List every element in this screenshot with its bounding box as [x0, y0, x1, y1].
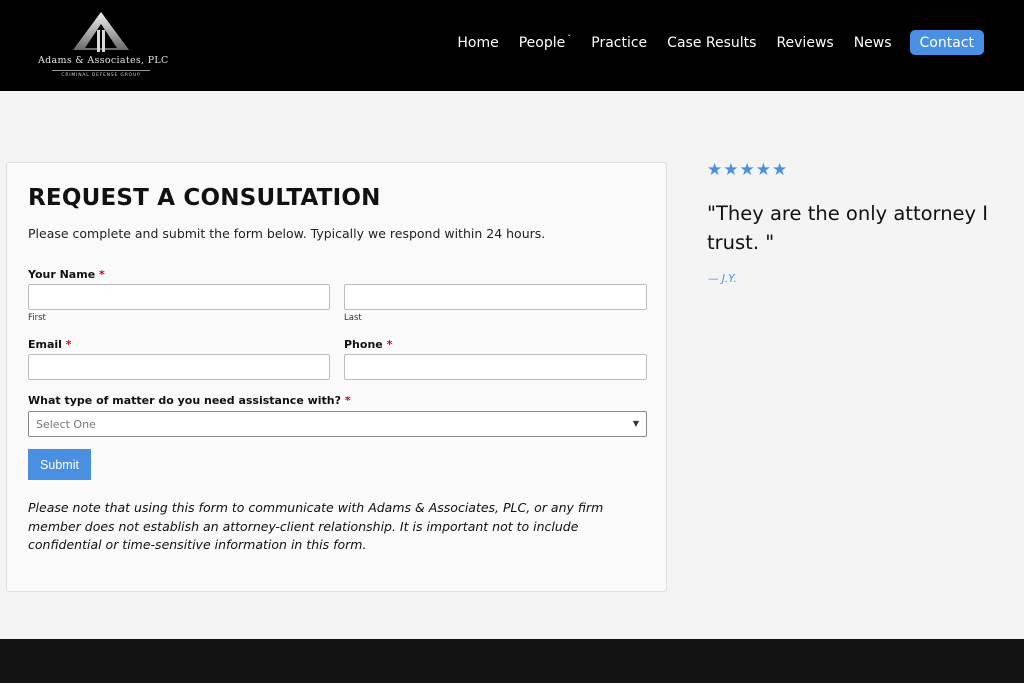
- matter-select[interactable]: Select One ▼: [28, 411, 647, 437]
- last-name-sublabel: Last: [344, 313, 362, 323]
- main-nav: Home People ˇ Practice Case Results Revi…: [457, 30, 984, 55]
- logo-name: Adams & Associates, PLC: [38, 55, 169, 66]
- nav-home[interactable]: Home: [457, 35, 498, 51]
- email-label: Email *: [28, 338, 72, 351]
- nav-news[interactable]: News: [854, 35, 892, 51]
- name-label: Your Name *: [28, 268, 105, 281]
- review-author: — J.Y.: [708, 273, 737, 285]
- logo[interactable]: Adams & Associates, PLC CRIMINAL DEFENSE…: [38, 10, 169, 82]
- phone-input[interactable]: [344, 354, 647, 380]
- nav-practice[interactable]: Practice: [591, 35, 647, 51]
- consultation-form: REQUEST A CONSULTATION Please complete a…: [6, 162, 667, 592]
- nav-reviews[interactable]: Reviews: [776, 35, 833, 51]
- required-marker: *: [344, 394, 351, 407]
- first-name-sublabel: First: [28, 313, 46, 323]
- chevron-down-icon: ˇ: [567, 34, 572, 43]
- matter-label-text: What type of matter do you need assistan…: [28, 394, 342, 407]
- form-disclaimer: Please note that using this form to comm…: [28, 500, 604, 552]
- nav-case-results[interactable]: Case Results: [667, 35, 756, 51]
- phone-label: Phone *: [344, 338, 392, 351]
- required-marker: *: [99, 268, 105, 281]
- first-name-input[interactable]: [28, 284, 330, 310]
- logo-tagline: CRIMINAL DEFENSE GROUP: [61, 73, 141, 78]
- last-name-input[interactable]: [344, 284, 647, 310]
- nav-people-label: People: [518, 34, 566, 51]
- submit-button[interactable]: Submit: [28, 449, 91, 480]
- required-marker: *: [386, 338, 393, 351]
- name-label-text: Your Name: [28, 268, 96, 281]
- caret-down-icon: ▼: [632, 419, 639, 428]
- phone-label-text: Phone: [344, 338, 383, 351]
- matter-select-value: Select One: [36, 418, 96, 431]
- nav-contact-button[interactable]: Contact: [909, 30, 984, 55]
- nav-people[interactable]: People ˇ: [518, 34, 572, 51]
- email-label-text: Email: [28, 338, 62, 351]
- site-footer: [0, 639, 1024, 683]
- logo-divider: [52, 70, 150, 71]
- form-intro: Please complete and submit the form belo…: [28, 226, 546, 241]
- email-input[interactable]: [28, 354, 330, 380]
- review-quote: "They are the only attorney I trust. ": [707, 202, 989, 254]
- matter-label: What type of matter do you need assistan…: [28, 394, 351, 407]
- logo-triangle-icon: [73, 12, 129, 52]
- form-title: REQUEST A CONSULTATION: [28, 185, 381, 211]
- required-marker: *: [65, 338, 72, 351]
- rating-stars: ★★★★★: [707, 160, 789, 180]
- site-header: Adams & Associates, PLC CRIMINAL DEFENSE…: [0, 0, 1024, 91]
